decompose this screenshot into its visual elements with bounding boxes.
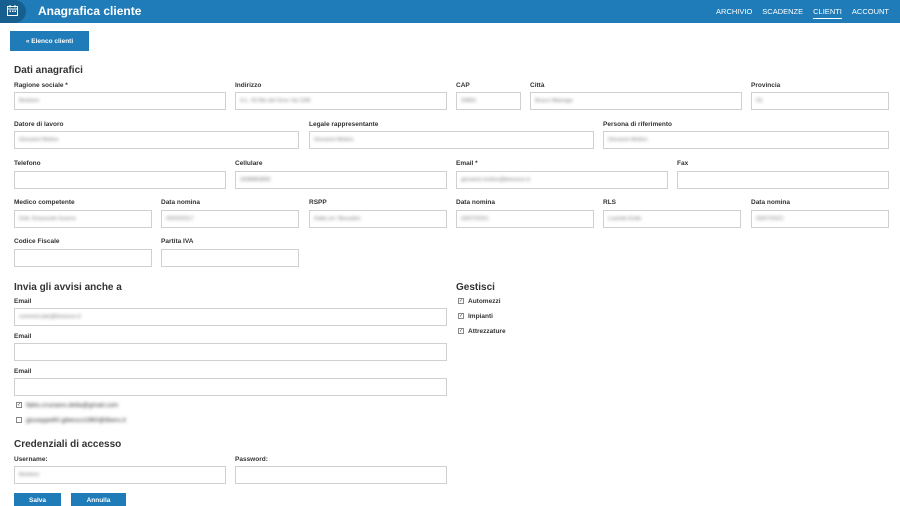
page-title: Anagrafica cliente	[38, 4, 142, 18]
avviso-email-3-label: Email	[14, 368, 32, 375]
avviso-check-1-label: fabio.cruciano.della@gmail.com	[26, 402, 119, 409]
rls-label: RLS	[603, 199, 616, 206]
username-label: Username:	[14, 456, 48, 463]
rls-field[interactable]: Lusindo Erdis	[603, 210, 741, 228]
citta-field[interactable]: Bosco Mainago	[530, 92, 742, 110]
cellulare-field[interactable]: 3398883890	[235, 171, 447, 189]
app-logo[interactable]	[0, 0, 26, 23]
cap-field[interactable]: 20891	[456, 92, 521, 110]
gestisci-automezzi-label: Automezzi	[468, 298, 501, 305]
codice-fiscale-field[interactable]	[14, 249, 152, 267]
datore-field[interactable]: Giovanni Molino	[14, 131, 299, 149]
gestisci-impianti-checkbox[interactable]: ✓	[458, 313, 464, 319]
legale-label: Legale rappresentante	[309, 121, 379, 128]
rspp-field[interactable]: Dalta srl / Beusden	[309, 210, 447, 228]
nav-scadenze[interactable]: SCADENZE	[762, 7, 803, 19]
cap-label: CAP	[456, 82, 470, 89]
main-nav: ARCHIVIO SCADENZE CLIENTI ACCOUNT	[716, 7, 889, 19]
avviso-check-2-label: giuseppe60.gibesco1960@libero.it	[26, 417, 126, 424]
medico-field[interactable]: Dott. Emanuele Guerra	[14, 210, 152, 228]
nav-archivio[interactable]: ARCHIVIO	[716, 7, 752, 19]
cancel-button[interactable]: Annulla	[71, 493, 126, 506]
datore-label: Datore di lavoro	[14, 121, 64, 128]
data-nomina-rspp-label: Data nomina	[456, 199, 496, 206]
password-label: Password:	[235, 456, 268, 463]
top-bar: Anagrafica cliente ARCHIVIO SCADENZE CLI…	[0, 0, 900, 23]
provincia-label: Provincia	[751, 82, 781, 89]
email-field[interactable]: giovanni.molino@beesovn.it	[456, 171, 668, 189]
ragione-sociale-label: Ragione sociale *	[14, 82, 68, 89]
partita-iva-field[interactable]	[161, 249, 299, 267]
avviso-email-2-field[interactable]	[14, 343, 447, 361]
avviso-email-1-label: Email	[14, 298, 32, 305]
gestisci-automezzi-checkbox[interactable]: ✓	[458, 298, 464, 304]
indirizzo-label: Indirizzo	[235, 82, 262, 89]
telefono-field[interactable]	[14, 171, 226, 189]
telefono-label: Telefono	[14, 160, 41, 167]
indirizzo-field[interactable]: S.L. 50 Bis del Gres Vai 10/8	[235, 92, 447, 110]
nav-clienti[interactable]: CLIENTI	[813, 7, 842, 19]
save-button[interactable]: Salva	[14, 493, 61, 506]
codice-fiscale-label: Codice Fiscale	[14, 238, 60, 245]
avviso-check-1[interactable]: ✓	[16, 402, 22, 408]
data-nomina-rls-field[interactable]: 03/07/2021	[751, 210, 889, 228]
fax-label: Fax	[677, 160, 689, 167]
section-title-dati-anagrafici: Dati anagrafici	[14, 65, 83, 76]
section-title-gestisci: Gestisci	[456, 282, 495, 293]
section-title-invia-avvisi: Invia gli avvisi anche a	[14, 282, 122, 293]
gestisci-attrezzature-label: Attrezzature	[468, 328, 506, 335]
legale-field[interactable]: Giovanni Molino	[309, 131, 594, 149]
data-nomina-medico-label: Data nomina	[161, 199, 201, 206]
gestisci-impianti-label: Impianti	[468, 313, 493, 320]
data-nomina-medico-field[interactable]: 03/03/2017	[161, 210, 299, 228]
username-field[interactable]: Beeleen	[14, 466, 226, 484]
section-title-credenziali: Credenziali di accesso	[14, 439, 122, 450]
medico-label: Medico competente	[14, 199, 75, 206]
avviso-email-2-label: Email	[14, 333, 32, 340]
avviso-email-3-field[interactable]	[14, 378, 447, 396]
citta-label: Città	[530, 82, 545, 89]
avviso-check-2[interactable]	[16, 417, 22, 423]
nav-account[interactable]: ACCOUNT	[852, 7, 889, 19]
ragione-sociale-field[interactable]: Beeleen	[14, 92, 226, 110]
data-nomina-rspp-field[interactable]: 03/07/2021	[456, 210, 594, 228]
cellulare-label: Cellulare	[235, 160, 263, 167]
back-to-client-list-button[interactable]: « Elenco clienti	[10, 31, 89, 51]
calendar-icon	[7, 5, 18, 16]
password-field[interactable]	[235, 466, 447, 484]
email-label: Email *	[456, 160, 478, 167]
avviso-email-1-field[interactable]: commerciale@beesovn.it	[14, 308, 447, 326]
fax-field[interactable]	[677, 171, 889, 189]
partita-iva-label: Partita IVA	[161, 238, 194, 245]
gestisci-attrezzature-checkbox[interactable]: ✓	[458, 328, 464, 334]
rspp-label: RSPP	[309, 199, 327, 206]
persona-field[interactable]: Giovanni Molino	[603, 131, 889, 149]
persona-label: Persona di riferimento	[603, 121, 672, 128]
provincia-field[interactable]: OL	[751, 92, 889, 110]
data-nomina-rls-label: Data nomina	[751, 199, 791, 206]
